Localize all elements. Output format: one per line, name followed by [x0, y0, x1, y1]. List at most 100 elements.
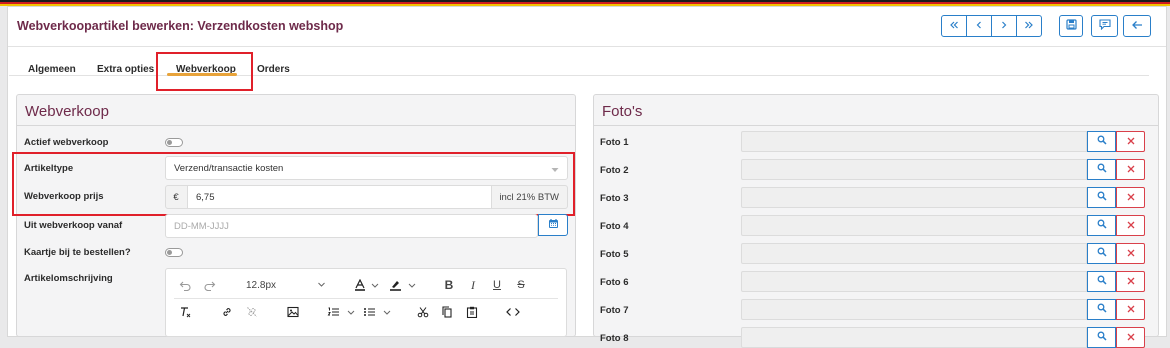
close-icon [1127, 248, 1135, 260]
foto-label: Foto 5 [600, 249, 629, 260]
close-icon [1127, 332, 1135, 344]
clear-formatting-icon[interactable] [178, 305, 192, 319]
tab-highlight-annotation [156, 52, 253, 91]
font-size-select[interactable]: 12.8px [238, 278, 328, 292]
foto-delete-button[interactable] [1116, 327, 1145, 348]
close-icon [1127, 136, 1135, 148]
date-placeholder: DD-MM-JJJJ [174, 220, 229, 232]
bold-icon[interactable]: B [442, 278, 456, 292]
chevron-left-icon [974, 17, 984, 35]
search-icon [1097, 135, 1107, 148]
kaartje-label: Kaartje bij te bestellen? [24, 247, 131, 258]
unlink-icon[interactable] [245, 305, 259, 319]
foto-label: Foto 8 [600, 333, 629, 344]
foto-label: Foto 4 [600, 221, 629, 232]
tab-algemeen[interactable]: Algemeen [28, 64, 76, 75]
close-icon [1127, 192, 1135, 204]
foto-input[interactable] [741, 243, 1087, 264]
artikelomschrijving-label: Artikelomschrijving [24, 273, 113, 284]
source-code-icon[interactable] [505, 305, 521, 319]
nav-next-button[interactable] [992, 16, 1017, 36]
foto-search-button[interactable] [1087, 243, 1116, 264]
paste-icon[interactable] [465, 305, 479, 319]
price-highlight-annotation [12, 152, 575, 216]
foto-search-button[interactable] [1087, 271, 1116, 292]
double-chevron-right-icon [1024, 17, 1034, 35]
calendar-icon [548, 218, 559, 232]
undo-icon[interactable] [178, 278, 192, 292]
underline-icon[interactable]: U [490, 278, 504, 292]
uit-webverkoop-date-input[interactable]: DD-MM-JJJJ [165, 214, 538, 238]
foto-input[interactable] [741, 215, 1087, 236]
page-title: Webverkoopartikel bewerken: Verzendkoste… [17, 19, 344, 33]
foto-search-button[interactable] [1087, 299, 1116, 320]
foto-delete-button[interactable] [1116, 299, 1145, 320]
foto-search-button[interactable] [1087, 159, 1116, 180]
tab-extra-opties[interactable]: Extra opties [97, 64, 154, 75]
card-header: Webverkoopartikel bewerken: Verzendkoste… [8, 7, 1166, 47]
highlight-color-icon[interactable] [388, 278, 420, 292]
foto-delete-button[interactable] [1116, 187, 1145, 208]
panel-divider [17, 125, 575, 126]
search-icon [1097, 275, 1107, 288]
nav-last-button[interactable] [1017, 16, 1041, 36]
fotos-panel-title: Foto's [602, 103, 643, 120]
kaartje-toggle[interactable] [165, 248, 183, 257]
foto-label: Foto 3 [600, 193, 629, 204]
close-icon [1127, 276, 1135, 288]
nav-prev-button[interactable] [967, 16, 992, 36]
close-icon [1127, 164, 1135, 176]
double-chevron-left-icon [949, 17, 959, 35]
copy-icon[interactable] [440, 305, 454, 319]
bullet-list-icon[interactable] [363, 305, 393, 319]
italic-icon[interactable]: I [466, 278, 480, 292]
text-color-icon[interactable] [353, 278, 383, 292]
calendar-button[interactable] [538, 214, 568, 236]
foto-label: Foto 1 [600, 137, 629, 148]
actief-webverkoop-toggle[interactable] [165, 138, 183, 147]
foto-label: Foto 2 [600, 165, 629, 176]
foto-input[interactable] [741, 299, 1087, 320]
numbered-list-icon[interactable] [327, 305, 357, 319]
foto-input[interactable] [741, 159, 1087, 180]
strikethrough-icon[interactable]: S [514, 278, 528, 292]
arrow-left-icon [1131, 19, 1143, 33]
foto-input[interactable] [741, 327, 1087, 348]
foto-delete-button[interactable] [1116, 131, 1145, 152]
foto-input[interactable] [741, 131, 1087, 152]
search-icon [1097, 191, 1107, 204]
foto-delete-button[interactable] [1116, 243, 1145, 264]
nav-first-button[interactable] [942, 16, 967, 36]
foto-delete-button[interactable] [1116, 215, 1145, 236]
foto-delete-button[interactable] [1116, 159, 1145, 180]
foto-delete-button[interactable] [1116, 271, 1145, 292]
foto-label: Foto 7 [600, 305, 629, 316]
foto-search-button[interactable] [1087, 131, 1116, 152]
uit-webverkoop-label: Uit webverkoop vanaf [24, 220, 123, 231]
close-icon [1127, 220, 1135, 232]
save-button[interactable] [1059, 15, 1083, 37]
link-icon[interactable] [220, 305, 234, 319]
image-icon[interactable] [286, 305, 300, 319]
foto-search-button[interactable] [1087, 327, 1116, 348]
comment-button[interactable] [1091, 15, 1118, 37]
comment-icon [1098, 19, 1111, 33]
redo-icon[interactable] [203, 278, 217, 292]
search-icon [1097, 303, 1107, 316]
foto-input[interactable] [741, 187, 1087, 208]
foto-label: Foto 6 [600, 277, 629, 288]
search-icon [1097, 247, 1107, 260]
cut-icon[interactable] [416, 305, 430, 319]
search-icon [1097, 331, 1107, 344]
actief-webverkoop-label: Actief webverkoop [24, 137, 109, 148]
foto-search-button[interactable] [1087, 187, 1116, 208]
foto-search-button[interactable] [1087, 215, 1116, 236]
save-icon [1065, 19, 1077, 33]
panel-divider [594, 125, 1158, 126]
back-button[interactable] [1123, 15, 1151, 37]
tab-orders[interactable]: Orders [257, 64, 290, 75]
search-icon [1097, 219, 1107, 232]
record-navigation [941, 15, 1042, 37]
chevron-right-icon [999, 17, 1009, 35]
foto-input[interactable] [741, 271, 1087, 292]
